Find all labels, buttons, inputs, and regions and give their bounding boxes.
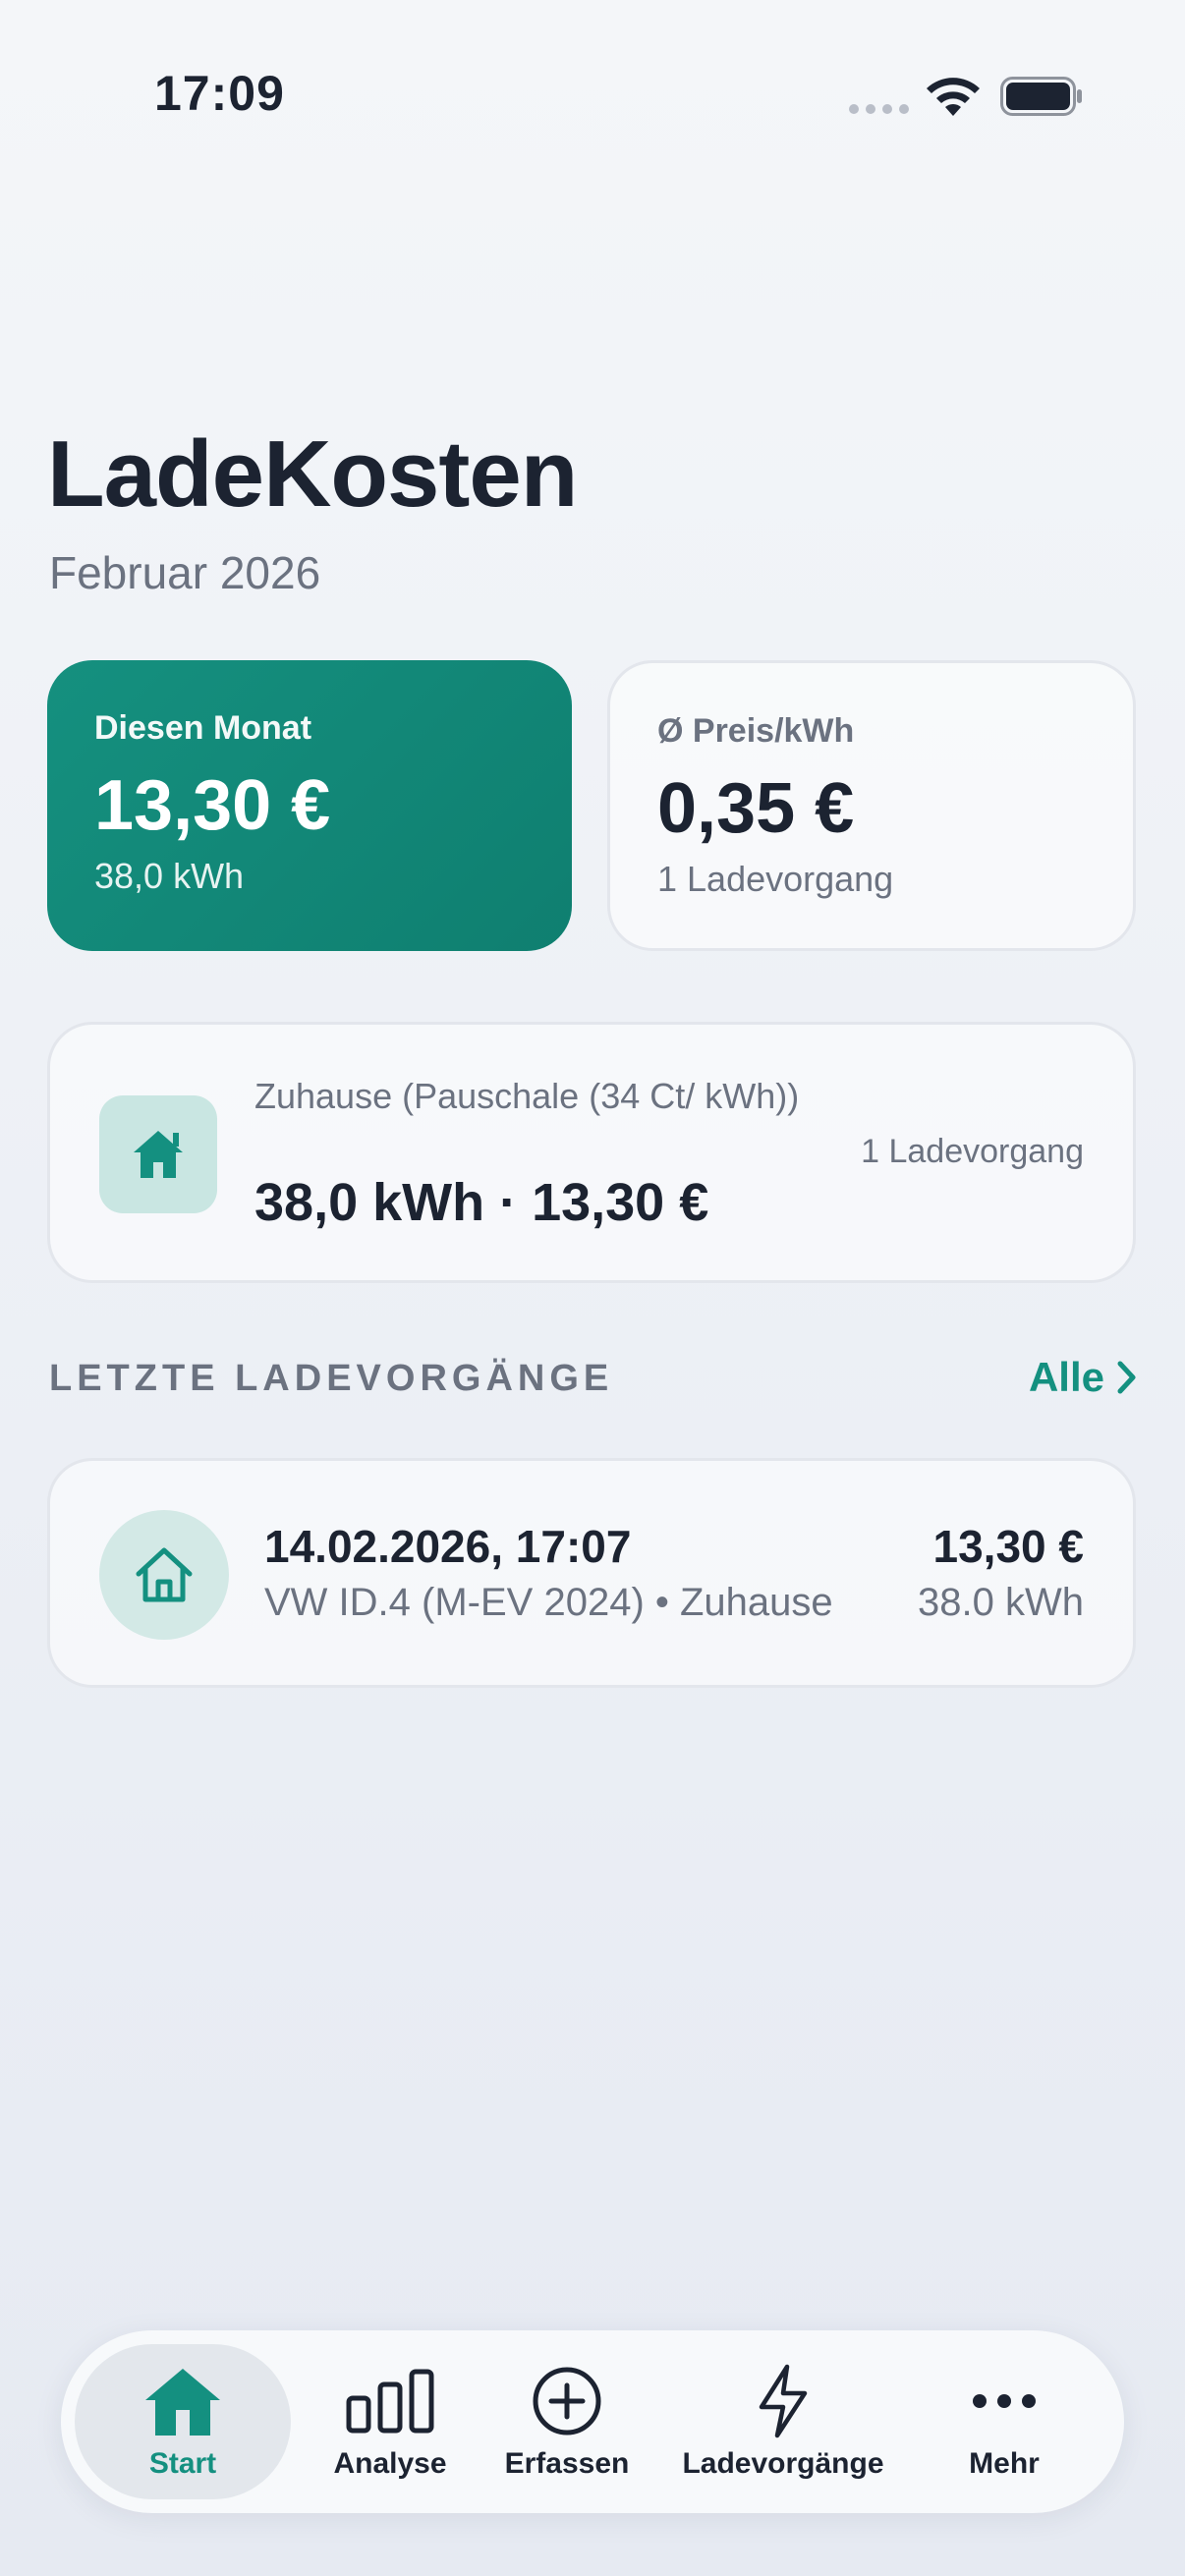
month-subtitle: Februar 2026 [49, 547, 321, 598]
location-card[interactable]: Zuhause (Pauschale (34 Ct/ kWh)) 38,0 kW… [47, 1022, 1136, 1283]
more-icon [973, 2394, 1036, 2408]
tab-mehr[interactable]: Mehr [916, 2344, 1093, 2499]
chevron-right-icon [1117, 1361, 1136, 1394]
status-time: 17:09 [154, 66, 285, 121]
tab-mehr-label: Mehr [969, 2447, 1040, 2480]
bolt-icon [759, 2364, 808, 2438]
status-bar: 17:09 [0, 0, 1185, 196]
month-card-value: 13,30 € [94, 766, 331, 845]
tab-bar: Start Analyse Erfassen Ladevorgänge Mehr [61, 2330, 1124, 2513]
month-summary-card[interactable]: Diesen Monat 13,30 € 38,0 kWh [47, 660, 572, 951]
price-card-value: 0,35 € [657, 769, 855, 848]
battery-icon [1000, 77, 1082, 116]
month-card-label: Diesen Monat [94, 709, 312, 747]
show-all-link[interactable]: Alle [1029, 1354, 1138, 1401]
tab-erfassen[interactable]: Erfassen [474, 2344, 660, 2499]
price-card-label: Ø Preis/kWh [657, 712, 855, 750]
page-title: LadeKosten [47, 421, 578, 527]
wifi-icon [927, 78, 980, 116]
tab-analyse-label: Analyse [333, 2447, 447, 2480]
session-date: 14.02.2026, 17:07 [264, 1521, 632, 1572]
session-icon-circle [99, 1510, 229, 1640]
price-summary-card[interactable]: Ø Preis/kWh 0,35 € 1 Ladevorgang [607, 660, 1136, 951]
location-value: 38,0 kWh · 13,30 € [254, 1173, 709, 1232]
plus-circle-icon [533, 2367, 601, 2436]
tab-analyse[interactable]: Analyse [307, 2344, 474, 2499]
tab-start-label: Start [148, 2447, 217, 2480]
tab-ladevorgaenge-label: Ladevorgänge [682, 2447, 884, 2480]
home-icon [145, 2369, 220, 2436]
recent-section-title: LETZTE LADEVORGÄNGE [49, 1358, 614, 1399]
location-name: Zuhause (Pauschale (34 Ct/ kWh)) [254, 1076, 800, 1116]
bar-chart-icon [346, 2369, 434, 2434]
session-energy: 38.0 kWh [918, 1581, 1084, 1624]
show-all-label: Alle [1028, 1354, 1104, 1400]
tab-ladevorgaenge[interactable]: Ladevorgänge [660, 2344, 906, 2499]
tab-start[interactable]: Start [75, 2344, 291, 2499]
location-icon-box [99, 1095, 217, 1213]
tab-erfassen-label: Erfassen [504, 2447, 630, 2480]
cellular-signal-icon [849, 104, 909, 114]
session-cost: 13,30 € [932, 1521, 1084, 1572]
month-card-sub: 38,0 kWh [94, 856, 245, 896]
house-outline-icon [136, 1547, 193, 1602]
session-row[interactable]: 14.02.2026, 17:07 VW ID.4 (M-EV 2024) • … [47, 1458, 1136, 1688]
session-meta: VW ID.4 (M-EV 2024) • Zuhause [264, 1581, 833, 1624]
price-card-sub: 1 Ladevorgang [657, 859, 894, 899]
house-icon [134, 1131, 183, 1178]
location-count: 1 Ladevorgang [861, 1133, 1084, 1170]
